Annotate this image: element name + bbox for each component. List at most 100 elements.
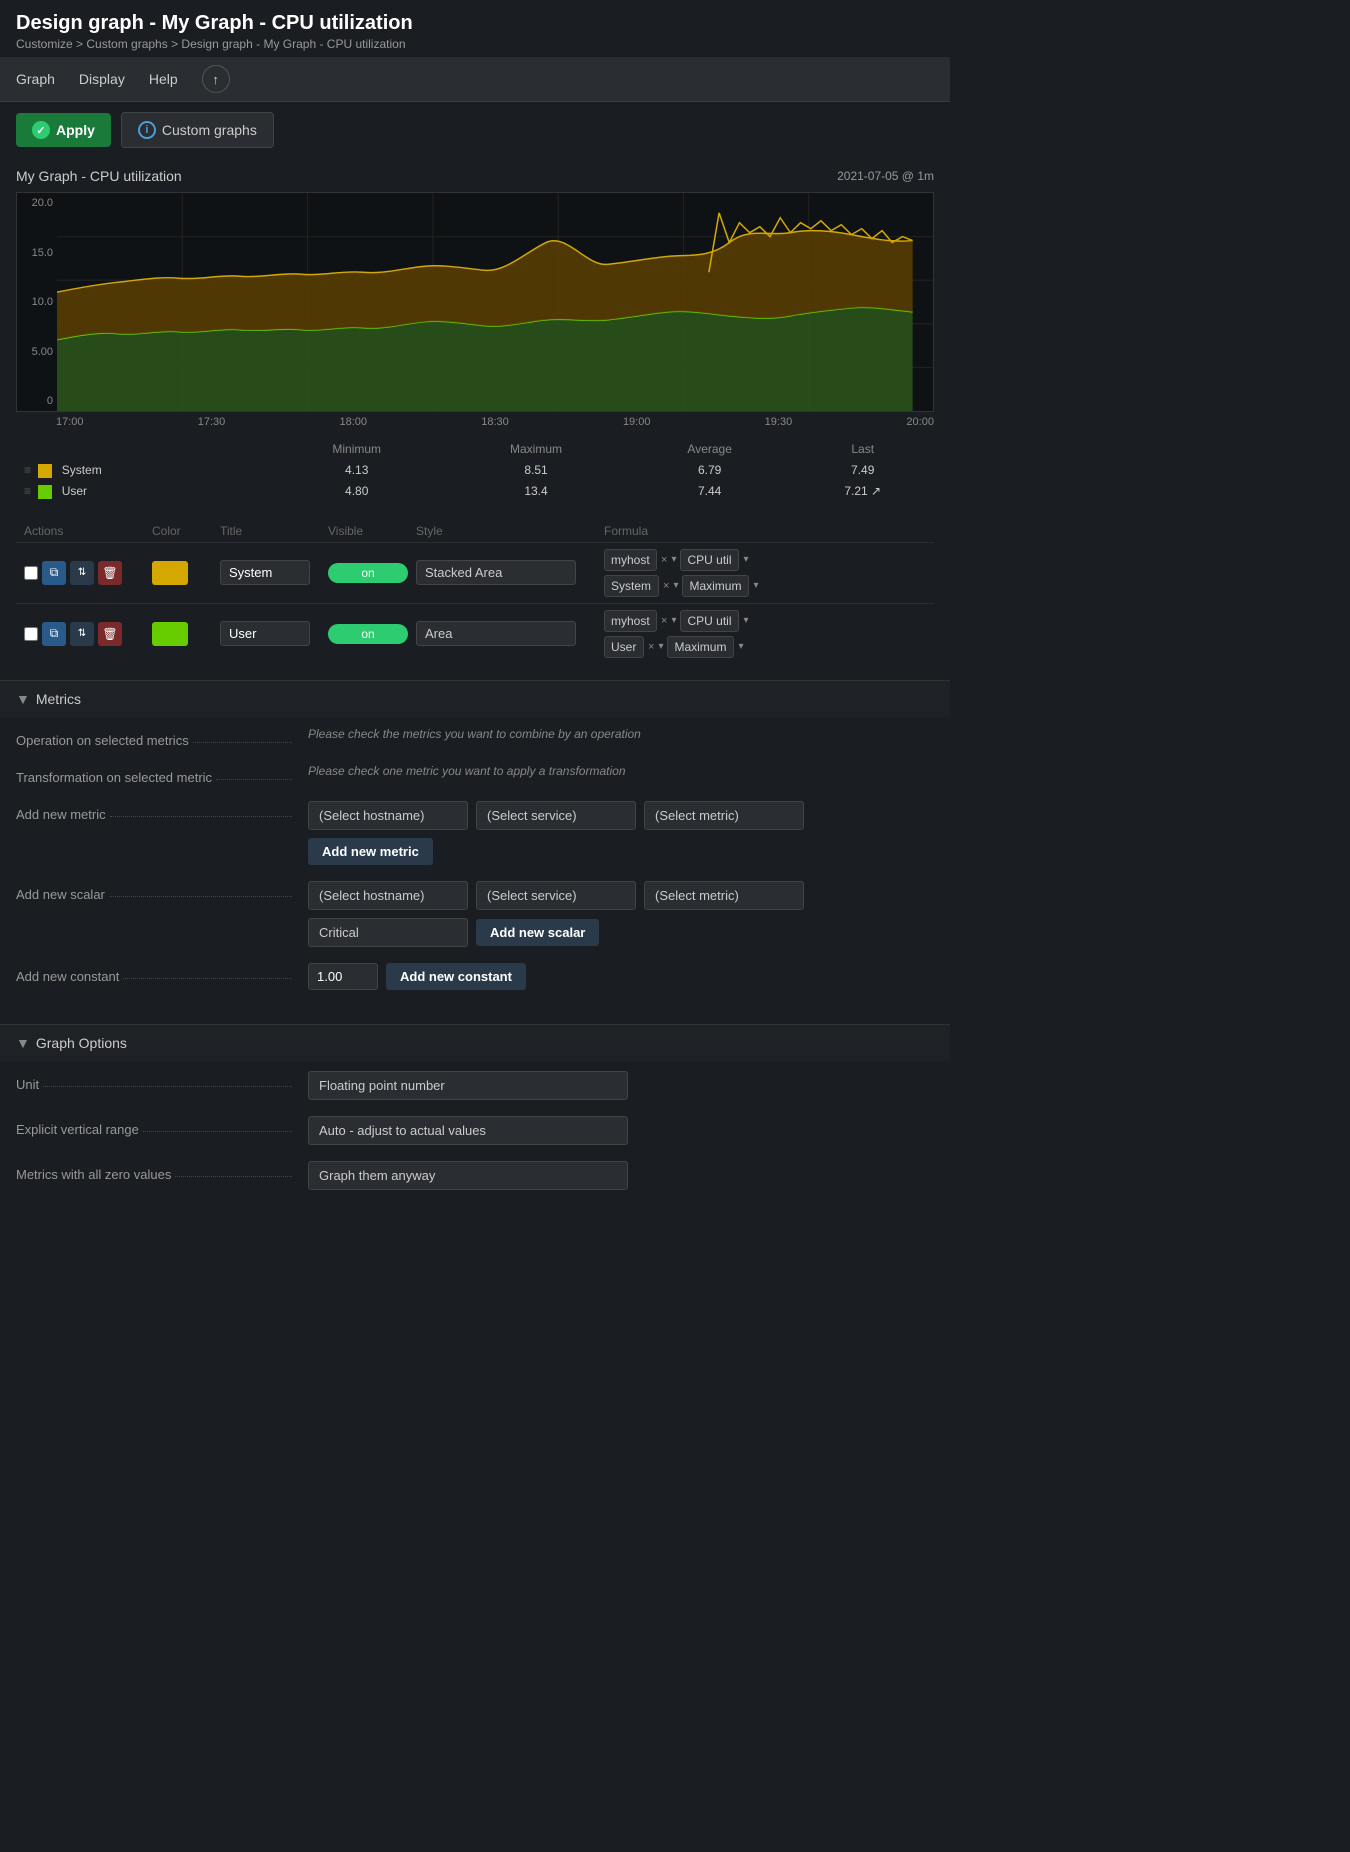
col-actions: Actions [24, 524, 144, 538]
nav-bar: Graph Display Help ↑ [0, 57, 950, 102]
formula-host-1-system[interactable]: myhost [604, 549, 657, 571]
scalar-metric-select[interactable]: (Select metric) [644, 881, 804, 910]
formula-metric-arrow-1: ▾ [743, 554, 748, 565]
formula-arrow-2-user: ▾ [658, 641, 663, 652]
title-input-system[interactable] [220, 560, 310, 585]
visible-toggle-user[interactable]: on [328, 624, 408, 644]
graph-options-section: ▼ Graph Options Unit Floating point numb… [0, 1024, 950, 1216]
color-swatch-user[interactable] [152, 622, 212, 646]
formula-row-1-system: myhost × ▾ CPU util ▾ [604, 549, 926, 571]
x-axis: 17:00 17:30 18:00 18:30 19:00 19:30 20:0… [16, 412, 934, 432]
transformation-controls: Please check one metric you want to appl… [308, 764, 934, 778]
user-label: User [62, 484, 87, 498]
style-dropdown-user[interactable]: Area Stacked Area Line [416, 621, 576, 646]
constant-value-input[interactable] [308, 963, 378, 990]
color-swatch-system[interactable] [152, 561, 212, 585]
metric-hostname-select[interactable]: (Select hostname) [308, 801, 468, 830]
add-new-constant-button[interactable]: Add new constant [386, 963, 526, 990]
delete-icon-system[interactable]: 🗑 [98, 561, 122, 585]
scalar-selects: (Select hostname) (Select service) (Sele… [308, 881, 934, 910]
drag-icon-user: ≡ [24, 484, 31, 498]
formula-row-2-system: System × ▾ Maximum ▾ [604, 575, 926, 597]
graph-options-header[interactable]: ▼ Graph Options [0, 1025, 950, 1061]
style-dropdown-system[interactable]: Stacked Area Area Line [416, 560, 576, 585]
formula-host-2-user[interactable]: User [604, 636, 644, 658]
title-input-user[interactable] [220, 621, 310, 646]
zero-values-label: Metrics with all zero values [16, 1161, 296, 1182]
formula-remove-2[interactable]: × [663, 580, 669, 592]
vertical-range-label: Explicit vertical range [16, 1116, 296, 1137]
style-select-system[interactable]: Stacked Area Area Line [416, 560, 596, 585]
zero-values-controls: Graph them anyway Hide them [308, 1161, 934, 1190]
action-icons-user: ⧉ ⇅ 🗑 [24, 622, 144, 646]
system-max: 8.51 [444, 460, 628, 481]
formula-arrow-1-user: ▾ [671, 615, 676, 626]
system-label: System [62, 463, 102, 477]
visible-toggle-system[interactable]: on [328, 563, 408, 583]
system-color-box [38, 464, 52, 478]
zero-values-select[interactable]: Graph them anyway Hide them [308, 1161, 628, 1190]
vertical-range-select[interactable]: Auto - adjust to actual values Fixed ran… [308, 1116, 628, 1145]
legend-col-min: Minimum [269, 438, 444, 460]
formula-remove-1[interactable]: × [661, 554, 667, 566]
add-scalar-row: Add new scalar (Select hostname) (Select… [16, 881, 934, 947]
scalar-type-select[interactable]: Critical Warning Min Max [308, 918, 468, 947]
nav-display[interactable]: Display [79, 71, 125, 87]
user-max: 13.4 [444, 481, 628, 502]
legend-col-max: Maximum [444, 438, 628, 460]
formula-remove-1-user[interactable]: × [661, 615, 667, 627]
delete-icon-user[interactable]: 🗑 [98, 622, 122, 646]
formula-arrow-1: ▾ [671, 554, 676, 565]
col-formula: Formula [604, 524, 926, 538]
graph-options-title: Graph Options [36, 1035, 127, 1051]
formula-host-1-user[interactable]: myhost [604, 610, 657, 632]
vertical-range-controls: Auto - adjust to actual values Fixed ran… [308, 1116, 934, 1145]
y-axis: 20.0 15.0 10.0 5.00 0 [17, 193, 57, 411]
reorder-icon-user[interactable]: ⇅ [70, 622, 94, 646]
formula-metric-2-user[interactable]: Maximum [667, 636, 734, 658]
formula-metric-1-user[interactable]: CPU util [680, 610, 739, 632]
row-checkbox-system[interactable] [24, 566, 38, 580]
unit-controls: Floating point number Integer Bits Bytes [308, 1071, 934, 1100]
apply-check-icon: ✓ [32, 121, 50, 139]
action-icons-system: ⧉ ⇅ 🗑 [24, 561, 144, 585]
add-metric-controls: (Select hostname) (Select service) (Sele… [308, 801, 934, 865]
legend-col-avg: Average [628, 438, 791, 460]
reorder-icon-system[interactable]: ⇅ [70, 561, 94, 585]
formula-metric-2-system[interactable]: Maximum [682, 575, 749, 597]
copy-icon-system[interactable]: ⧉ [42, 561, 66, 585]
system-min: 4.13 [269, 460, 444, 481]
custom-graphs-button[interactable]: i Custom graphs [121, 112, 274, 148]
y-label-20: 20.0 [17, 197, 53, 209]
add-constant-row: Add new constant Add new constant [16, 963, 934, 990]
metric-metric-select[interactable]: (Select metric) [644, 801, 804, 830]
add-metric-label: Add new metric [16, 801, 296, 822]
formula-host-2-system[interactable]: System [604, 575, 659, 597]
nav-graph[interactable]: Graph [16, 71, 55, 87]
metrics-section-header[interactable]: ▼ Metrics [0, 681, 950, 717]
apply-button[interactable]: ✓ Apply [16, 113, 111, 147]
add-scalar-label: Add new scalar [16, 881, 296, 902]
add-new-metric-button[interactable]: Add new metric [308, 838, 433, 865]
formula-metric-1-system[interactable]: CPU util [680, 549, 739, 571]
y-label-0: 0 [17, 395, 53, 407]
formula-metric-arrow-2-user: ▾ [738, 641, 743, 652]
graph-options-body: Unit Floating point number Integer Bits … [0, 1061, 950, 1216]
nav-collapse-btn[interactable]: ↑ [202, 65, 230, 93]
scalar-service-select[interactable]: (Select service) [476, 881, 636, 910]
formula-system: myhost × ▾ CPU util ▾ System × ▾ Maximum… [604, 549, 926, 597]
zero-values-row: Metrics with all zero values Graph them … [16, 1161, 934, 1190]
add-new-scalar-button[interactable]: Add new scalar [476, 919, 599, 946]
row-checkbox-user[interactable] [24, 627, 38, 641]
legend-table: Minimum Maximum Average Last ≡ System 4.… [16, 438, 934, 502]
metric-service-select[interactable]: (Select service) [476, 801, 636, 830]
y-label-10: 10.0 [17, 296, 53, 308]
formula-remove-2-user[interactable]: × [648, 641, 654, 653]
unit-select[interactable]: Floating point number Integer Bits Bytes [308, 1071, 628, 1100]
formula-metric-arrow-1-user: ▾ [743, 615, 748, 626]
scalar-hostname-select[interactable]: (Select hostname) [308, 881, 468, 910]
col-visible: Visible [328, 524, 408, 538]
style-select-user[interactable]: Area Stacked Area Line [416, 621, 596, 646]
nav-help[interactable]: Help [149, 71, 178, 87]
copy-icon-user[interactable]: ⧉ [42, 622, 66, 646]
